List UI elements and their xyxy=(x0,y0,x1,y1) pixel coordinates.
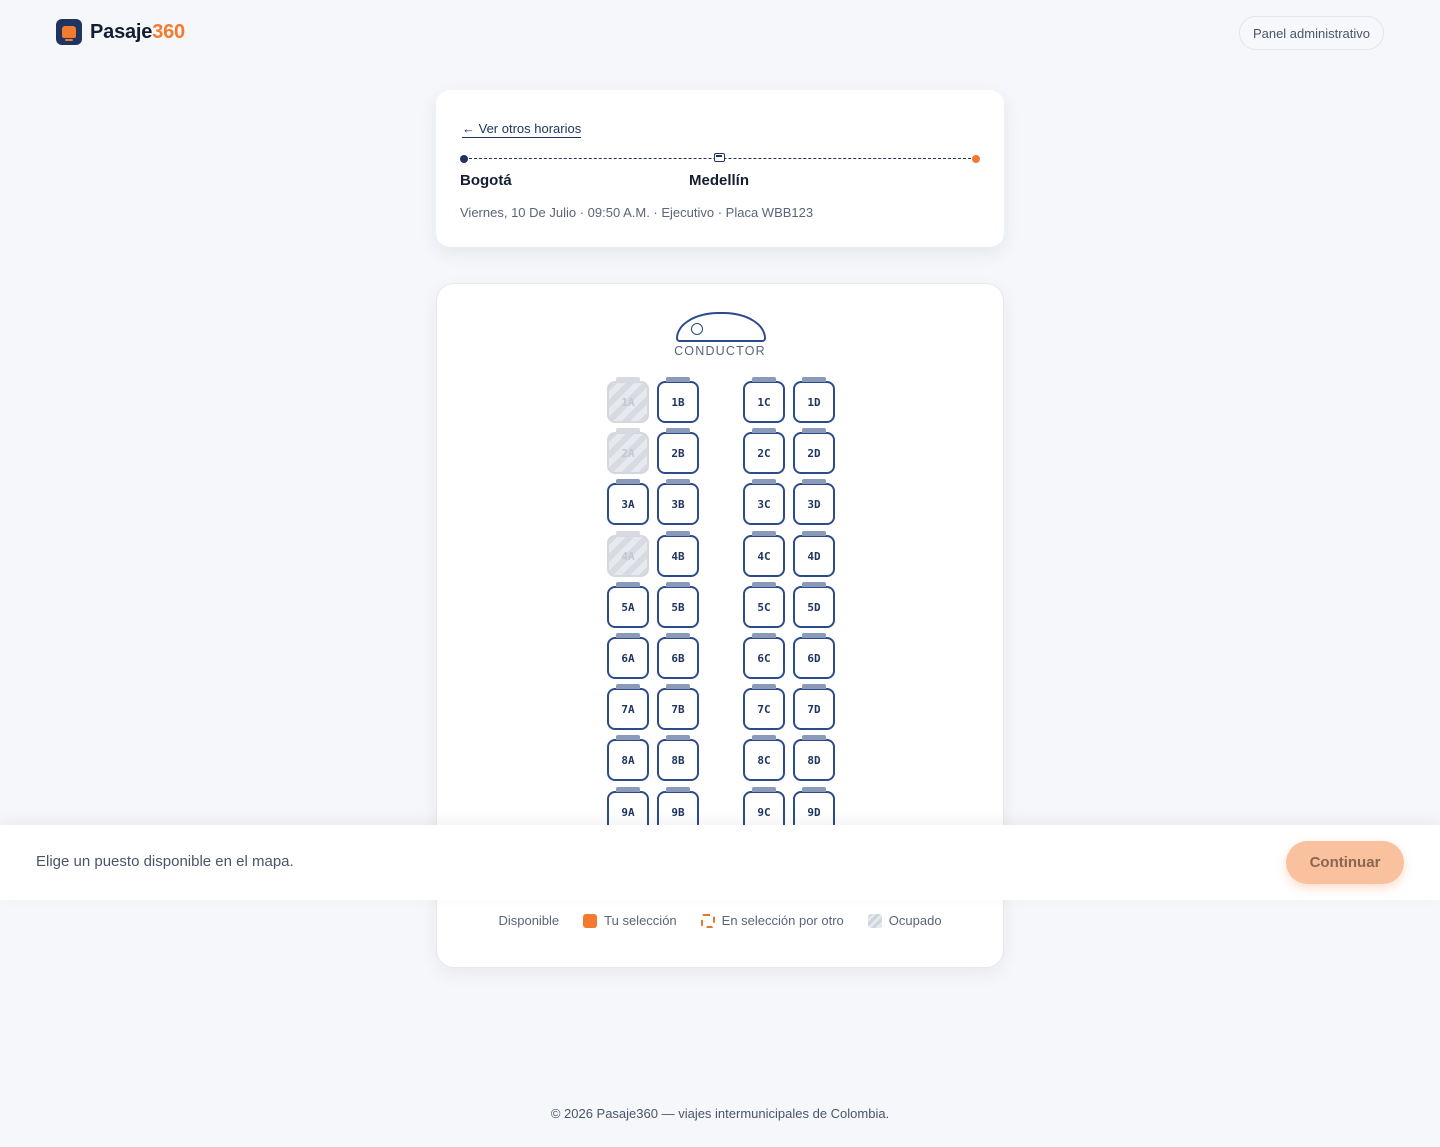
seat-6b[interactable]: 6B xyxy=(657,633,699,679)
bus-logo-icon xyxy=(56,19,82,45)
footer-text: © 2026 Pasaje360 — viajes intermunicipal… xyxy=(550,1106,890,1121)
seat-8c[interactable]: 8C xyxy=(743,735,785,781)
steering-wheel-icon xyxy=(676,312,766,342)
seat-6a[interactable]: 6A xyxy=(607,633,649,679)
seat-8d[interactable]: 8D xyxy=(793,735,835,781)
destination-city: Medellín xyxy=(689,172,750,189)
seat-4d[interactable]: 4D xyxy=(793,531,835,577)
legend-occupied: Ocupado xyxy=(867,913,942,928)
admin-panel-button[interactable]: Panel administrativo xyxy=(1238,16,1384,50)
seat-1a: 1A xyxy=(607,377,649,423)
selection-hint: Elige un puesto disponible en el mapa. xyxy=(36,853,294,870)
seat-5c[interactable]: 5C xyxy=(743,582,785,628)
top-header: Pasaje360 Panel administrativo xyxy=(0,0,1440,64)
brand-name: Pasaje360 xyxy=(90,20,185,43)
legend-other: En selección por otro xyxy=(700,913,844,928)
driver-label: CONDUCTOR xyxy=(674,344,766,358)
brand[interactable]: Pasaje360 xyxy=(56,19,185,45)
brand-accent: 360 xyxy=(152,20,185,43)
continue-button[interactable]: Continuar xyxy=(1286,841,1404,884)
pending-swatch-icon xyxy=(700,913,715,928)
seat-4a: 4A xyxy=(607,531,649,577)
seat-5a[interactable]: 5A xyxy=(607,582,649,628)
seat-7a[interactable]: 7A xyxy=(607,684,649,730)
seat-3a[interactable]: 3A xyxy=(607,479,649,525)
seat-5d[interactable]: 5D xyxy=(793,582,835,628)
seat-4b[interactable]: 4B xyxy=(657,531,699,577)
seat-1b[interactable]: 1B xyxy=(657,377,699,423)
seat-8b[interactable]: 8B xyxy=(657,735,699,781)
occupied-swatch-icon xyxy=(867,913,882,928)
legend-available: Disponible xyxy=(498,913,559,928)
seat-3c[interactable]: 3C xyxy=(743,479,785,525)
seat-2b[interactable]: 2B xyxy=(657,428,699,474)
bus-icon xyxy=(714,153,725,162)
legend-available-label: Disponible xyxy=(498,913,560,928)
legend-mine-label: Tu selección xyxy=(604,913,677,928)
seat-7b[interactable]: 7B xyxy=(657,684,699,730)
seat-8a[interactable]: 8A xyxy=(607,735,649,781)
origin-city: Bogotá xyxy=(460,172,512,189)
legend-other-label: En selección por otro xyxy=(721,913,844,928)
seat-1c[interactable]: 1C xyxy=(743,377,785,423)
back-to-schedules-link[interactable]: ← Ver otros horarios xyxy=(462,121,582,138)
trip-details: Viernes, 10 De Julio · 09:50 A.M. · Ejec… xyxy=(460,205,814,220)
legend-occupied-label: Ocupado xyxy=(888,913,942,928)
selected-swatch-icon xyxy=(583,913,598,928)
seat-6d[interactable]: 6D xyxy=(793,633,835,679)
seat-6c[interactable]: 6C xyxy=(743,633,785,679)
seat-2c[interactable]: 2C xyxy=(743,428,785,474)
trip-summary-card: ← Ver otros horarios Bogotá Medellín Vie… xyxy=(436,90,1004,247)
seat-4c[interactable]: 4C xyxy=(743,531,785,577)
origin-dot xyxy=(460,155,468,163)
seat-7d[interactable]: 7D xyxy=(793,684,835,730)
seat-7c[interactable]: 7C xyxy=(743,684,785,730)
seat-5b[interactable]: 5B xyxy=(657,582,699,628)
seat-2a: 2A xyxy=(607,428,649,474)
seat-2d[interactable]: 2D xyxy=(793,428,835,474)
bottom-action-bar: Elige un puesto disponible en el mapa. C… xyxy=(0,825,1440,900)
legend-mine: Tu selección xyxy=(583,913,677,928)
seat-1d[interactable]: 1D xyxy=(793,377,835,423)
seat-legend: Disponible Tu selección En selección por… xyxy=(437,913,1003,928)
seat-3d[interactable]: 3D xyxy=(793,479,835,525)
destination-dot xyxy=(972,155,980,163)
seat-3b[interactable]: 3B xyxy=(657,479,699,525)
